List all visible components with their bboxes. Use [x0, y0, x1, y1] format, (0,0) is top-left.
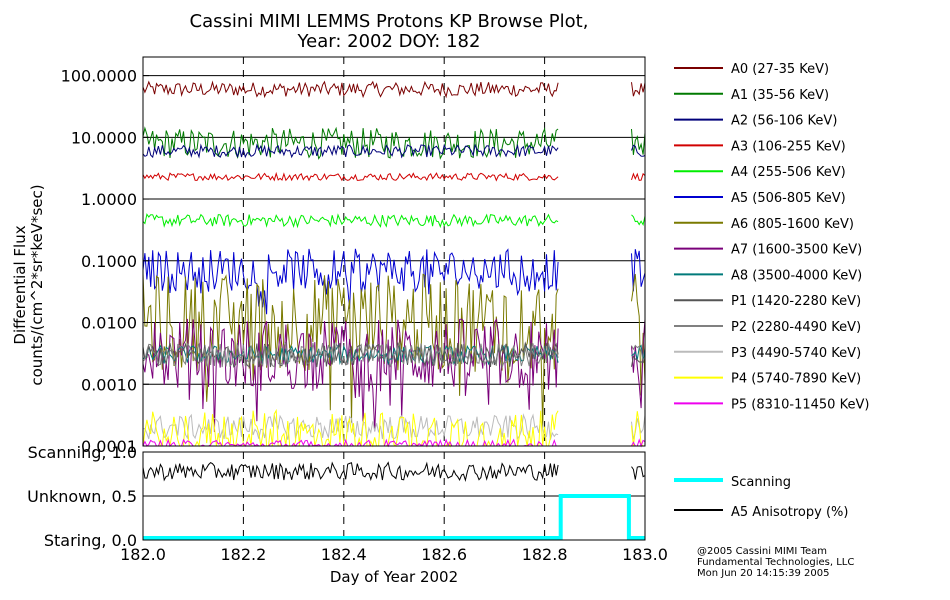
series-line-a5: [142, 248, 559, 315]
series-line-a4: [142, 213, 559, 229]
y-axis-label-line2: counts/(cm^2*sr*keV*sec): [28, 184, 46, 385]
credit-line2: Fundamental Technologies, LLC: [697, 557, 854, 568]
credit-block: @2005 Cassini MIMI Team Fundamental Tech…: [697, 546, 854, 579]
credit-line1: @2005 Cassini MIMI Team: [697, 546, 827, 557]
legend-label: A2 (56-106 KeV): [731, 114, 837, 129]
series-line-a3: [142, 171, 559, 182]
anisotropy-line: [631, 466, 646, 480]
chart-canvas: Cassini MIMI LEMMS Protons KP Browse Plo…: [11, 11, 869, 586]
series-line-a0: [631, 82, 646, 97]
series-line-a0: [142, 80, 559, 99]
flux-y-tick-label: 0.0010: [81, 375, 137, 394]
series-line-a7: [631, 319, 646, 409]
scanning-mode-line: [143, 494, 645, 540]
mode-legend: Scanning A5 Anisotropy (%): [674, 475, 848, 520]
legend-label: A7 (1600-3500 KeV): [731, 243, 862, 258]
chart-title-line2: Year: 2002 DOY: 182: [297, 31, 481, 52]
y-axis-label-line1: Differential Flux: [11, 225, 29, 344]
flux-y-tick-label: 0.0100: [81, 314, 137, 333]
legend-label: P1 (1420-2280 KeV): [731, 294, 861, 309]
legend-label: A5 Anisotropy (%): [731, 505, 848, 520]
legend-label: A1 (35-56 KeV): [731, 88, 829, 103]
legend-label: P2 (2280-4490 KeV): [731, 320, 861, 335]
legend-label: A6 (805-1600 KeV): [731, 217, 854, 232]
legend-label: A3 (106-255 KeV): [731, 139, 846, 154]
x-tick-label: 182.0: [120, 545, 166, 564]
flux-y-ticks: 100.000010.00001.00000.10000.01000.00100…: [61, 67, 149, 456]
flux-y-tick-label: 10.0000: [71, 128, 137, 147]
flux-y-tick-label: 1.0000: [81, 190, 137, 209]
mode-y-tick-label: Unknown, 0.5: [27, 487, 137, 506]
legend-label: A0 (27-35 KeV): [731, 62, 829, 77]
series-line-a1: [631, 128, 646, 155]
legend-label: P3 (4490-5740 KeV): [731, 346, 861, 361]
x-tick-label: 182.8: [522, 545, 568, 564]
series-line-a4: [631, 214, 646, 226]
legend-label: Scanning: [731, 475, 791, 490]
x-tick-label: 182.4: [321, 545, 367, 564]
flux-y-tick-label: 100.0000: [61, 67, 137, 86]
flux-legend: A0 (27-35 KeV) A1 (35-56 KeV) A2 (56-106 K…: [674, 62, 869, 412]
legend-label: A5 (506-805 KeV): [731, 191, 846, 206]
credit-line3: Mon Jun 20 14:15:39 2005: [697, 568, 830, 579]
legend-label: P5 (8310-11450 KeV): [731, 397, 869, 412]
x-ticks: 182.0 182.2 182.4 182.6 182.8 183.0: [120, 545, 668, 564]
mode-y-ticks: Scanning, 1.0Unknown, 0.5Staring, 0.0: [27, 443, 137, 550]
x-tick-label: 182.2: [220, 545, 266, 564]
series-line-a3: [631, 172, 646, 181]
legend-label: A8 (3500-4000 KeV): [731, 268, 862, 283]
legend-label: A4 (255-506 KeV): [731, 165, 846, 180]
flux-grid: [143, 57, 645, 446]
mode-series-group: [142, 461, 646, 540]
anisotropy-line: [142, 461, 559, 482]
x-tick-label: 183.0: [622, 545, 668, 564]
legend-label: P4 (5740-7890 KeV): [731, 372, 861, 387]
flux-series-group: [142, 80, 646, 448]
x-tick-label: 182.6: [421, 545, 467, 564]
chart-title-line1: Cassini MIMI LEMMS Protons KP Browse Plo…: [190, 11, 589, 32]
chart-title: Cassini MIMI LEMMS Protons KP Browse Plo…: [190, 11, 589, 52]
x-axis-label: Day of Year 2002: [330, 568, 458, 586]
flux-y-tick-label: 0.1000: [81, 252, 137, 271]
mode-y-tick-label: Scanning, 1.0: [28, 443, 137, 462]
series-line-a2: [142, 143, 559, 159]
series-line-p5: [142, 438, 559, 448]
flux-panel-frame: [142, 56, 646, 447]
